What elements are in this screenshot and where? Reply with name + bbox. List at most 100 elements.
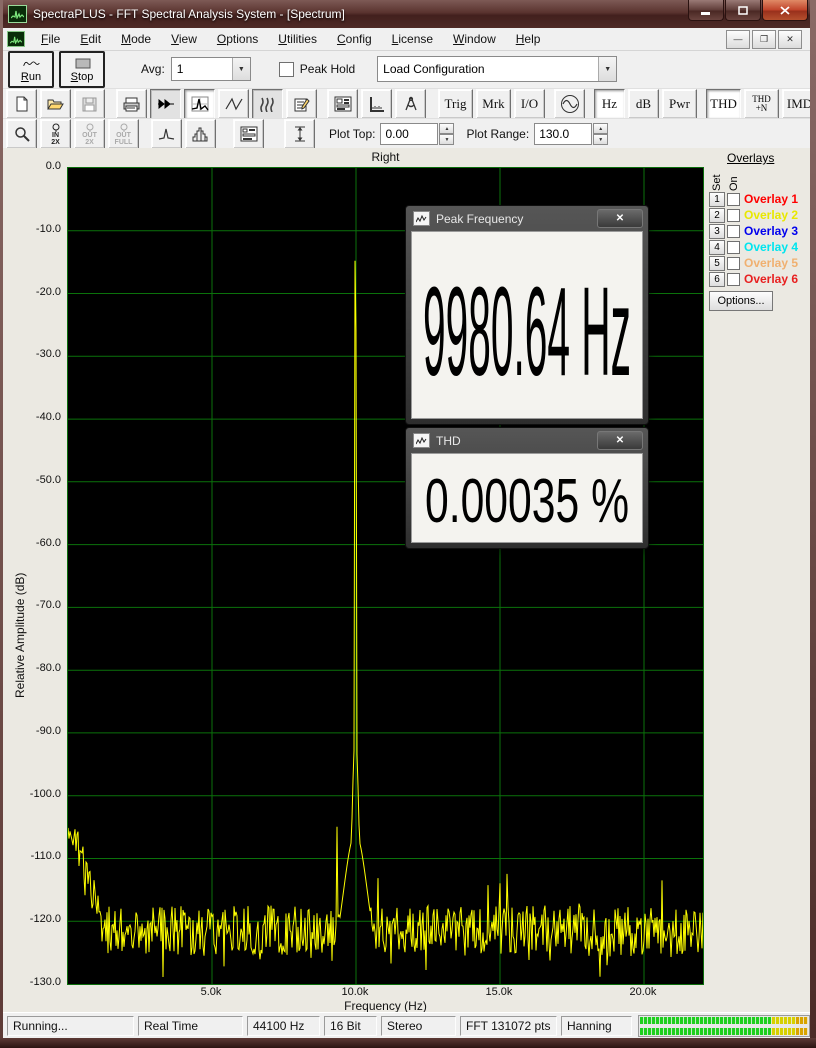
menu-utilities[interactable]: Utilities [270,29,325,49]
menu-view[interactable]: View [163,29,205,49]
peak-curve-button[interactable] [151,119,182,149]
menu-mode[interactable]: Mode [113,29,159,49]
zoom-in-icon [52,123,59,132]
overlay-1-label: Overlay 1 [744,192,799,206]
zoom-button[interactable] [6,119,37,149]
peak-frequency-titlebar[interactable]: Peak Frequency ✕ [411,206,643,231]
y-axis-title: Relative Amplitude (dB) [13,572,27,698]
io-button[interactable]: I/O [514,89,545,119]
spin-down-icon: ▼ [593,134,609,145]
overlay-2-checkbox[interactable] [727,208,740,222]
open-file-button[interactable] [40,89,71,119]
x-tick-label: 15.0k [485,986,513,998]
overlay-options-button[interactable]: Options... [709,291,773,311]
display-options-button[interactable] [327,89,358,119]
print-button[interactable] [116,89,147,119]
overlay-5-checkbox[interactable] [727,256,740,270]
menu-license[interactable]: License [384,29,441,49]
overlay-5-set-button[interactable]: 5 [709,255,725,271]
thd-window[interactable]: THD ✕ 0.00035 % [405,427,649,549]
waveform-view-button[interactable] [218,89,249,119]
zoom-in-2x-button[interactable]: IN 2X [40,119,71,149]
window-title: SpectraPLUS - FFT Spectral Analysis Syst… [33,7,345,21]
close-button[interactable] [762,0,808,21]
spectrum-view-button[interactable] [184,89,215,119]
thd-n-button[interactable]: THD +N [744,89,779,119]
overlay-2-set-button[interactable]: 2 [709,207,725,223]
overlay-6-set-button[interactable]: 6 [709,271,725,287]
mdi-close-button[interactable]: ✕ [778,29,802,49]
maximize-button[interactable] [725,0,761,21]
menu-window[interactable]: Window [445,29,504,49]
overlay-1-set-button[interactable]: 1 [709,191,725,207]
channel-label: Right [371,150,400,164]
signal-generator-button[interactable] [554,89,585,119]
new-file-button[interactable] [6,89,37,119]
document-icon[interactable] [7,31,25,47]
menu-options[interactable]: Options [209,29,266,49]
app-window: SpectraPLUS - FFT Spectral Analysis Syst… [0,0,816,1048]
minimize-button[interactable] [688,0,724,21]
plot-range-spinner[interactable]: ▲ ▼ [593,123,609,145]
menu-help[interactable]: Help [508,29,549,49]
window-border-right [810,0,816,1048]
overlay-row-4: 4 Overlay 4 [709,239,809,255]
fast-forward-button[interactable] [150,89,181,119]
overlay-3-checkbox[interactable] [727,224,740,238]
overlay-6-checkbox[interactable] [727,272,740,286]
peak-hold-checkbox[interactable] [278,61,294,77]
mdi-restore-button[interactable]: ❐ [752,29,776,49]
x-tick-label: 20.0k [629,986,657,998]
spin-up-icon: ▲ [593,123,609,134]
overlay-3-set-button[interactable]: 3 [709,223,725,239]
plot-top-label: Plot Top: [329,127,376,141]
menu-config[interactable]: Config [329,29,380,49]
waveform-view-icon [224,97,243,111]
marker-button[interactable]: Mrk [476,89,511,119]
status-fft-size: FFT 131072 pts [460,1016,557,1036]
overlay-4-set-button[interactable]: 4 [709,239,725,255]
trigger-button[interactable]: Trig [438,89,473,119]
save-icon [82,97,97,111]
x-tick-label: 5.0k [200,986,222,998]
y-tick-label: -10.0 [35,222,61,235]
notes-button[interactable] [286,89,317,119]
units-pwr-button[interactable]: Pwr [662,89,697,119]
units-hz-button[interactable]: Hz [594,89,625,119]
thd-button[interactable]: THD [706,89,741,119]
plot-range-input[interactable]: 130.0 [534,123,593,145]
menu-file[interactable]: File [33,29,68,49]
mdi-minimize-button[interactable]: — [726,29,750,49]
x-tick-label: 10.0k [341,986,369,998]
plot-options-button[interactable] [233,119,264,149]
units-db-button[interactable]: dB [628,89,659,119]
run-button[interactable]: Run [8,50,54,88]
plot-top-spinner[interactable]: ▲ ▼ [439,123,455,145]
window-border-left [0,0,3,1048]
thd-titlebar[interactable]: THD ✕ [411,428,643,453]
y-tick-label: -40.0 [35,411,61,424]
chevron-down-icon: ▼ [598,57,617,81]
stop-button[interactable]: Stop [59,50,105,88]
menubar: File Edit Mode View Options Utilities Co… [3,28,810,51]
zoom-out-icon [86,123,93,132]
overlay-1-checkbox[interactable] [727,192,740,206]
calipers-button[interactable] [395,89,426,119]
avg-select[interactable]: 1 ▼ [170,57,251,81]
menu-edit[interactable]: Edit [72,29,109,49]
y-tick-label: -120.0 [29,913,61,926]
overlay-4-checkbox[interactable] [727,240,740,254]
load-configuration-select[interactable]: Load Configuration ▼ [377,56,618,82]
overlay-row-2: 2 Overlay 2 [709,207,809,223]
stop-square-icon [74,55,91,71]
chevron-down-icon: ▼ [231,58,250,80]
spectrogram-view-button[interactable] [252,89,283,119]
close-icon[interactable]: ✕ [597,431,643,450]
overlays-panel: Overlays Set On 1 Overlay 1 2 Overlay 2 … [709,151,809,311]
ruler-button[interactable] [361,89,392,119]
close-icon[interactable]: ✕ [597,209,643,228]
plot-top-input[interactable]: 0.00 [380,123,439,145]
peak-frequency-window[interactable]: Peak Frequency ✕ 9980.64 Hz [405,205,649,425]
vertical-scale-button[interactable] [284,119,315,149]
histogram-button[interactable] [185,119,216,149]
